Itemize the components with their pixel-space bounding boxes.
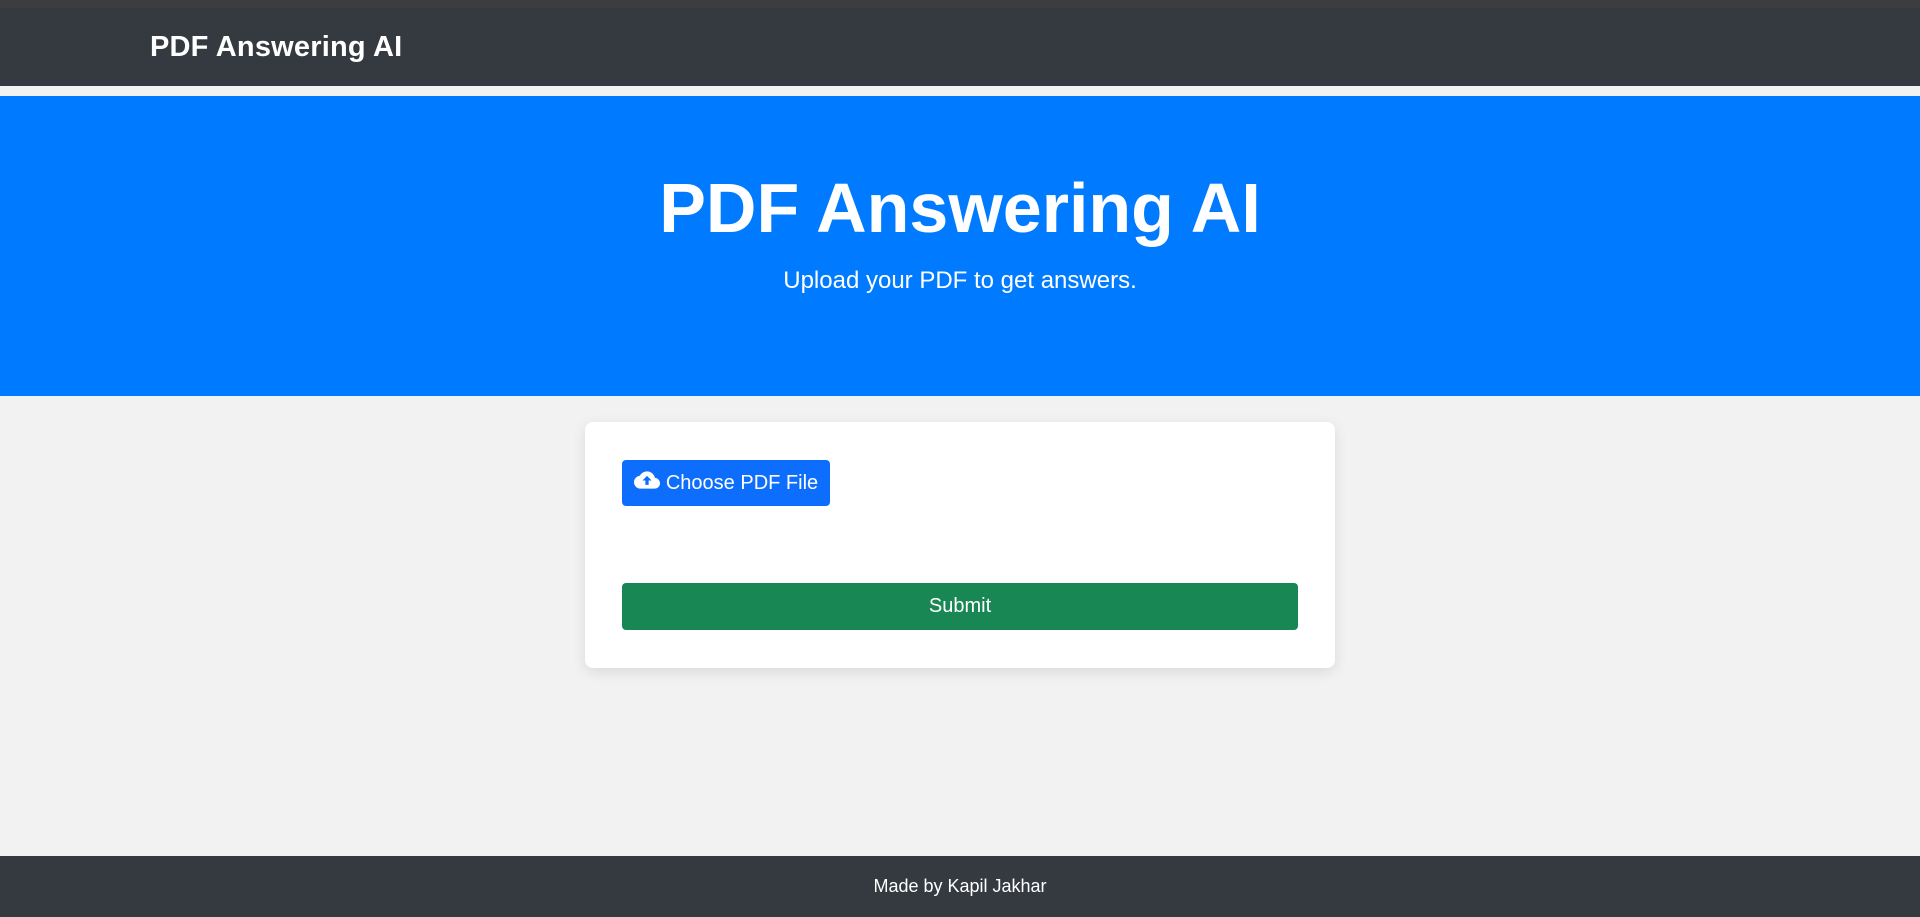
top-edge-strip [0,0,1920,8]
hero-title: PDF Answering AI [659,169,1261,247]
choose-pdf-file-button[interactable]: Choose PDF File [622,460,830,506]
cloud-upload-icon [633,467,660,499]
choose-pdf-file-label: Choose PDF File [665,471,819,494]
footer: Made by Kapil Jakhar [0,856,1920,917]
upload-card: Choose PDF File Submit [585,422,1335,668]
hero-banner: PDF Answering AI Upload your PDF to get … [0,96,1920,396]
navbar-brand[interactable]: PDF Answering AI [150,31,402,64]
footer-credit: Made by Kapil Jakhar [873,876,1047,896]
hero-subtitle: Upload your PDF to get answers. [783,267,1137,294]
submit-button[interactable]: Submit [622,583,1298,630]
navbar-gap [0,86,1920,96]
navbar: PDF Answering AI [0,8,1920,86]
